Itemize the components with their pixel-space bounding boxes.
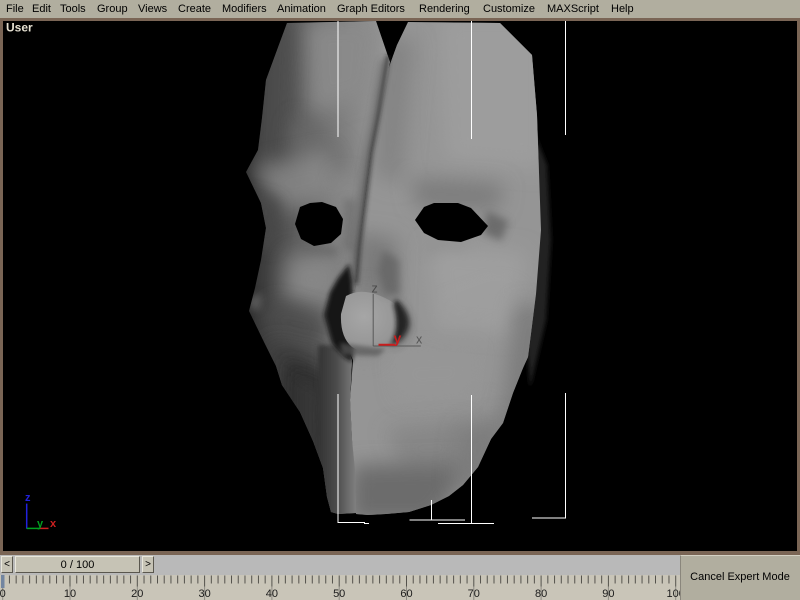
svg-text:80: 80 xyxy=(535,588,547,600)
svg-text:60: 60 xyxy=(400,588,412,600)
svg-text:z: z xyxy=(372,282,378,296)
svg-text:50: 50 xyxy=(333,588,345,600)
svg-text:100: 100 xyxy=(667,588,680,600)
svg-text:70: 70 xyxy=(468,588,480,600)
svg-text:40: 40 xyxy=(266,588,278,600)
svg-text:10: 10 xyxy=(64,588,76,600)
svg-text:y: y xyxy=(37,518,44,530)
svg-text:x: x xyxy=(50,518,57,530)
svg-text:x: x xyxy=(416,333,423,347)
svg-text:90: 90 xyxy=(602,588,614,600)
svg-text:30: 30 xyxy=(198,588,210,600)
svg-text:y: y xyxy=(394,330,402,346)
svg-text:0: 0 xyxy=(0,588,6,600)
svg-text:z: z xyxy=(25,492,31,504)
svg-text:20: 20 xyxy=(131,588,143,600)
svg-text:User: User xyxy=(6,21,33,35)
